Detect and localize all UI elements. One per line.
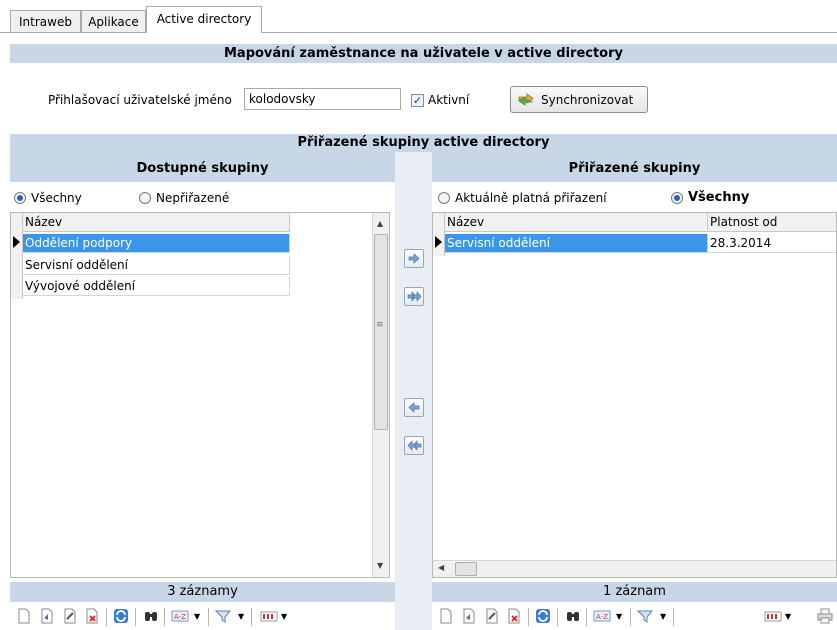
scrollbar-thumb[interactable] <box>455 562 477 576</box>
column-header-name[interactable]: Název <box>445 213 708 232</box>
assigned-title: Přiřazené skupiny <box>432 152 837 182</box>
sort-dropdown-icon[interactable]: ▼ <box>616 612 622 621</box>
edit-record-icon[interactable] <box>62 608 78 624</box>
tab-divider <box>0 32 837 33</box>
radio-assigned-current[interactable] <box>438 192 450 204</box>
tab-active-directory-label: Active directory <box>156 12 252 26</box>
synchronize-button[interactable]: Synchronizovat <box>510 86 648 113</box>
arrow-right-icon <box>408 253 420 264</box>
toolbar-separator <box>135 608 136 626</box>
tab-intraweb-label: Intraweb <box>19 15 72 29</box>
toolbar-separator <box>528 608 529 626</box>
unassign-selected-button[interactable] <box>404 398 424 417</box>
double-arrow-right-icon <box>407 291 422 302</box>
groups-title: Přiřazené skupiny active directory <box>10 134 837 152</box>
transfer-strip <box>395 152 432 630</box>
available-vertical-scrollbar[interactable]: ▲ ≡ ▼ <box>372 213 389 577</box>
table-row-valid-from[interactable]: 28.3.2014 <box>708 234 836 253</box>
toolbar-separator <box>251 608 252 626</box>
columns-icon[interactable] <box>764 608 782 624</box>
toolbar-separator <box>208 608 209 626</box>
column-header-valid-from[interactable]: Platnost od <box>708 213 836 232</box>
assigned-toolbar: A-Z ▼ ▼ ▼ <box>432 604 837 630</box>
columns-dropdown-icon[interactable]: ▼ <box>785 612 791 621</box>
toolbar-separator <box>106 608 107 626</box>
current-row-marker-icon <box>435 236 442 248</box>
scroll-up-icon[interactable]: ▲ <box>377 219 383 228</box>
active-label: Aktivní <box>428 93 470 107</box>
row-indicator-column <box>433 213 445 256</box>
assign-selected-button[interactable] <box>404 249 424 268</box>
assigned-groups-grid: Název Platnost od Servisní oddělení 28.3… <box>432 212 837 578</box>
sort-az-icon[interactable]: A-Z <box>171 608 189 624</box>
login-label: Přihlašovací uživatelské jméno <box>48 93 232 107</box>
svg-text:A-Z: A-Z <box>596 613 608 621</box>
toolbar-separator <box>557 608 558 626</box>
toolbar-separator <box>673 608 674 626</box>
available-groups-grid: Název Oddělení podpory Servisní oddělení… <box>10 212 390 578</box>
print-icon[interactable] <box>817 608 833 624</box>
scroll-left-icon[interactable]: ◀ <box>438 563 444 572</box>
columns-dropdown-icon[interactable]: ▼ <box>281 612 287 621</box>
filter-icon[interactable] <box>637 608 655 624</box>
delete-record-icon[interactable] <box>84 608 100 624</box>
toolbar-separator <box>586 608 587 626</box>
refresh-icon[interactable] <box>535 608 551 624</box>
table-row-name[interactable]: Servisní oddělení <box>445 234 708 253</box>
svg-text:A-Z: A-Z <box>174 613 186 621</box>
tab-aplikace[interactable]: Aplikace <box>81 10 146 32</box>
filter-dropdown-icon[interactable]: ▼ <box>660 612 666 621</box>
row-indicator-column <box>11 213 23 299</box>
toolbar-separator <box>630 608 631 626</box>
tab-intraweb[interactable]: Intraweb <box>10 10 81 32</box>
available-record-count: 3 záznamy <box>10 582 395 602</box>
assign-all-button[interactable] <box>404 287 424 306</box>
active-checkbox[interactable]: ✓ <box>411 94 424 107</box>
arrow-left-icon <box>408 402 420 413</box>
radio-assigned-all[interactable] <box>671 192 683 204</box>
radio-available-all-label: Všechny <box>31 191 82 205</box>
double-arrow-left-icon <box>407 440 422 451</box>
assigned-horizontal-scrollbar[interactable]: ◀ <box>433 560 836 577</box>
synchronize-label: Synchronizovat <box>541 93 634 107</box>
open-record-icon[interactable] <box>39 608 55 624</box>
sync-icon <box>518 93 534 106</box>
filter-icon[interactable] <box>215 608 233 624</box>
grip-icon: ≡ <box>376 320 384 330</box>
find-binoculars-icon[interactable] <box>143 608 159 624</box>
table-row[interactable]: Oddělení podpory <box>23 234 290 253</box>
new-record-icon[interactable] <box>438 608 454 624</box>
edit-record-icon[interactable] <box>484 608 500 624</box>
scroll-down-icon[interactable]: ▼ <box>377 561 383 570</box>
login-input[interactable]: kolodovsky <box>244 88 401 110</box>
available-toolbar: A-Z ▼ ▼ ▼ <box>10 604 395 630</box>
current-row-marker-icon <box>13 236 20 248</box>
table-row[interactable]: Servisní oddělení <box>23 256 290 275</box>
sort-dropdown-icon[interactable]: ▼ <box>194 612 200 621</box>
table-row[interactable]: Vývojové oddělení <box>23 277 290 296</box>
columns-icon[interactable] <box>260 608 278 624</box>
assigned-record-count: 1 záznam <box>432 582 837 602</box>
new-record-icon[interactable] <box>16 608 32 624</box>
tab-aplikace-label: Aplikace <box>88 15 139 29</box>
radio-assigned-all-label: Všechny <box>688 190 750 205</box>
radio-available-all[interactable] <box>14 192 26 204</box>
refresh-icon[interactable] <box>113 608 129 624</box>
radio-available-unassigned[interactable] <box>139 192 151 204</box>
find-binoculars-icon[interactable] <box>565 608 581 624</box>
sort-az-icon[interactable]: A-Z <box>593 608 611 624</box>
unassign-all-button[interactable] <box>404 436 424 455</box>
filter-dropdown-icon[interactable]: ▼ <box>238 612 244 621</box>
tab-active-directory[interactable]: Active directory <box>146 6 262 33</box>
available-title: Dostupné skupiny <box>10 152 395 182</box>
radio-available-unassigned-label: Nepřiřazené <box>156 191 230 205</box>
scrollbar-thumb[interactable] <box>374 234 388 430</box>
column-header-name[interactable]: Název <box>23 213 290 232</box>
mapping-title: Mapování zaměstnance na uživatele v acti… <box>10 44 837 63</box>
open-record-icon[interactable] <box>461 608 477 624</box>
radio-assigned-current-label: Aktuálně platná přiřazení <box>455 191 607 205</box>
delete-record-icon[interactable] <box>506 608 522 624</box>
toolbar-separator <box>164 608 165 626</box>
